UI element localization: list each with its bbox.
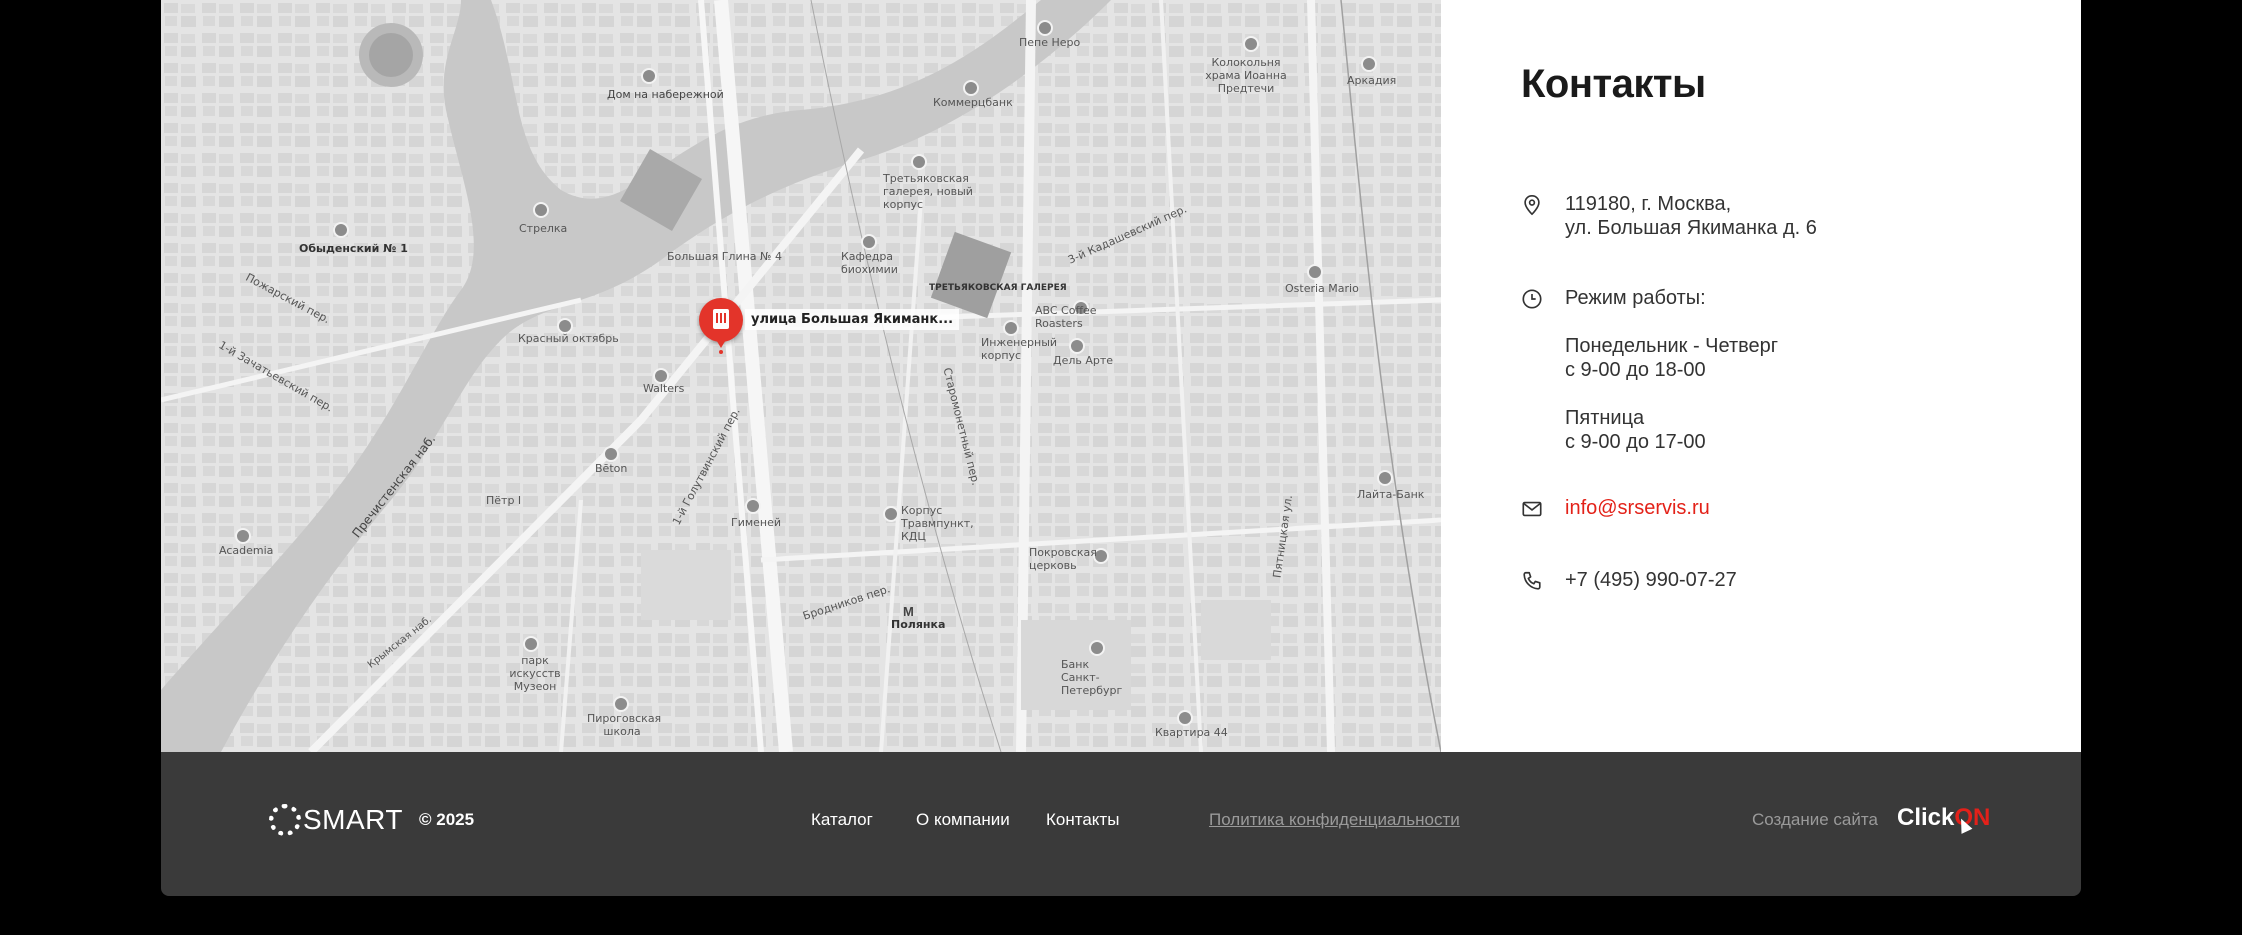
made-by-label: Создание сайта — [1752, 810, 1878, 829]
map-label: Пепе Неро — [1019, 36, 1081, 49]
poi-icon[interactable] — [333, 222, 349, 238]
marker-point — [719, 350, 723, 354]
poi-icon[interactable] — [1177, 710, 1193, 726]
poi-icon[interactable] — [1377, 470, 1393, 486]
map-label: Колокольня храма Иоанна Предтечи — [1205, 56, 1287, 95]
footer-link-contacts[interactable]: Контакты — [1046, 810, 1119, 830]
poi-icon[interactable] — [613, 696, 629, 712]
map-label: Коммерцбанк — [933, 96, 1013, 109]
hours-fri-time: с 9-00 до 17-00 — [1565, 431, 1706, 453]
metro-icon: M — [903, 604, 914, 619]
poi-icon[interactable] — [963, 80, 979, 96]
poi-icon[interactable] — [883, 506, 899, 522]
email-link[interactable]: info@srservis.ru — [1565, 496, 1710, 520]
copyright: © 2025 — [419, 810, 475, 829]
poi-icon[interactable] — [1069, 338, 1085, 354]
clickon-word: Click — [1897, 804, 1955, 831]
poi-icon[interactable] — [1361, 56, 1377, 72]
map-label: Дель Арте — [1053, 354, 1114, 367]
location-pin-icon — [1524, 195, 1540, 216]
map-label: Кафедра биохимии — [841, 250, 898, 276]
address-line-2: ул. Большая Якиманка д. 6 — [1565, 217, 1817, 239]
footer-link-about[interactable]: О компании — [916, 810, 1010, 830]
map-label: ТРЕТЬЯКОВСКАЯ ГАЛЕРЕЯ — [929, 283, 1067, 293]
map-label: Третьяковская галерея, новый корпус — [883, 172, 973, 211]
phone-link[interactable]: +7 (495) 990-07-27 — [1565, 568, 1737, 592]
poi-icon[interactable] — [861, 234, 877, 250]
location-marker-icon[interactable] — [699, 298, 743, 348]
footer-link-catalog[interactable]: Каталог — [811, 810, 873, 830]
map[interactable]: Дом на набережной Обыденский № 1 Стрелка… — [161, 0, 1441, 752]
poi-icon[interactable] — [641, 68, 657, 84]
poi-icon[interactable] — [603, 446, 619, 462]
poi-icon[interactable] — [1307, 264, 1323, 280]
poi-icon[interactable] — [1089, 640, 1105, 656]
gear-logo-icon — [269, 804, 301, 836]
building-icon — [713, 309, 729, 329]
marker-label[interactable]: улица Большая Якиманк... — [745, 309, 960, 330]
mail-icon — [1522, 501, 1542, 517]
map-label: Покровская церковь — [1029, 546, 1097, 572]
poi-icon[interactable] — [911, 154, 927, 170]
map-label: Пироговская школа — [587, 712, 662, 738]
map-label: Красный октябрь — [518, 332, 619, 345]
map-label: Большая Глина № 4 — [667, 250, 782, 263]
hours-mon-thu-time: с 9-00 до 18-00 — [1565, 359, 1706, 381]
map-label: Osteria Mario — [1285, 282, 1359, 295]
map-label: парк искусств Музеон — [509, 654, 561, 693]
contacts-panel: Контакты 119180, г. Москва, ул. Большая … — [1441, 0, 2081, 752]
poi-icon[interactable] — [1003, 320, 1019, 336]
logo-text: SMART — [303, 804, 403, 835]
map-label: Аркадия — [1347, 74, 1397, 87]
map-label: Bēton — [595, 462, 628, 475]
poi-icon[interactable] — [745, 498, 761, 514]
map-label: Дом на набережной — [607, 88, 724, 101]
map-label: Корпус Травмпункт, КДЦ — [901, 504, 974, 543]
poi-icon[interactable] — [235, 528, 251, 544]
map-base-layer — [161, 0, 1441, 752]
footer: SMART © 2025 Каталог О компании Контакты… — [161, 752, 2081, 896]
map-label: Лайта-Банк — [1357, 488, 1425, 501]
map-label: Инженерный корпус — [981, 336, 1058, 362]
poi-icon[interactable] — [1243, 36, 1259, 52]
address-line-1: 119180, г. Москва, — [1565, 193, 1732, 215]
smart-logo[interactable]: SMART — [269, 802, 403, 838]
hours-title: Режим работы: — [1565, 287, 1706, 309]
hours-mon-thu: Понедельник - Четверг — [1565, 335, 1779, 357]
phone-icon — [1523, 571, 1541, 590]
clock-icon — [1522, 289, 1542, 309]
clickon-logo[interactable]: ClickON — [1897, 804, 1990, 832]
map-label: Walters — [643, 382, 685, 395]
map-label: Обыденский № 1 — [299, 242, 408, 255]
map-label: Стрелка — [519, 222, 568, 235]
map-label: Гименей — [731, 516, 782, 529]
poi-icon[interactable] — [533, 202, 549, 218]
map-label: Пётр I — [486, 494, 522, 507]
page-title: Контакты — [1521, 62, 1706, 106]
map-label: Квартира 44 — [1155, 726, 1228, 739]
hours-fri: Пятница — [1565, 407, 1645, 429]
privacy-policy-link[interactable]: Политика конфиденциальности — [1209, 810, 1460, 830]
poi-icon[interactable] — [523, 636, 539, 652]
map-label: Банк Санкт-Петербург — [1061, 658, 1123, 697]
map-label: Academia — [219, 544, 274, 557]
map-label: ABC Coffee Roasters — [1035, 304, 1097, 330]
map-label: Полянка — [891, 618, 946, 631]
poi-icon[interactable] — [1037, 20, 1053, 36]
page-frame: Дом на набережной Обыденский № 1 Стрелка… — [161, 0, 2081, 896]
